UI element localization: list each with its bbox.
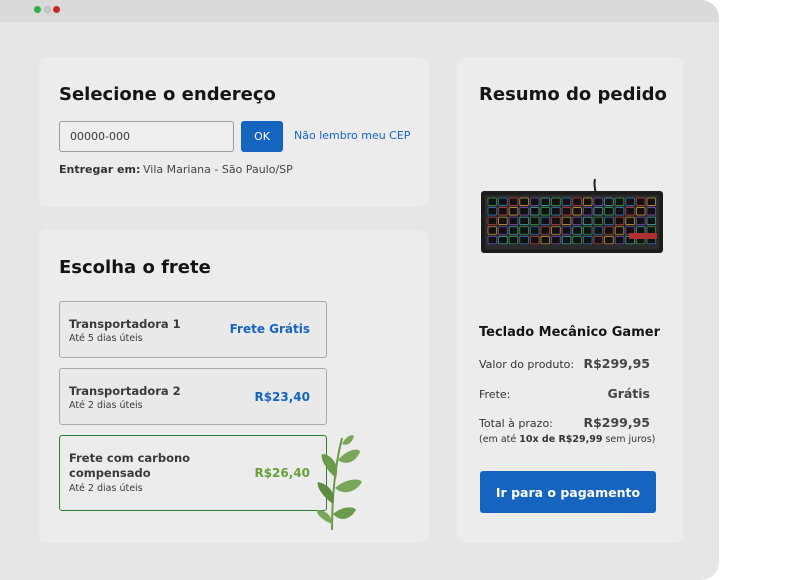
deliver-to-value: Vila Mariana - São Paulo/SP bbox=[143, 163, 293, 176]
product-name: Teclado Mecânico Gamer bbox=[479, 325, 660, 340]
shipping-option-transportadora-2[interactable]: Transportadora 2 Até 2 dias úteis R$23,4… bbox=[59, 368, 327, 425]
title-bar bbox=[0, 0, 719, 22]
cep-input[interactable] bbox=[59, 121, 234, 152]
total-value: R$299,95 bbox=[583, 415, 650, 430]
go-to-payment-button[interactable]: Ir para o pagamento bbox=[480, 471, 656, 513]
installments-suffix: sem juros) bbox=[605, 434, 656, 445]
shipping-option-days: Até 2 dias úteis bbox=[69, 400, 143, 411]
keyboard-product-image bbox=[481, 178, 663, 253]
leaves-icon bbox=[316, 435, 362, 530]
installments-info: (em até 10x de R$29,99 sem juros) bbox=[479, 434, 655, 445]
app-window: Selecione o endereço OK Não lembro meu C… bbox=[0, 0, 719, 580]
forgot-cep-link[interactable]: Não lembro meu CEP bbox=[294, 129, 410, 142]
product-value: R$299,95 bbox=[583, 356, 650, 371]
address-title: Selecione o endereço bbox=[59, 84, 276, 105]
shipping-card: Escolha o frete Transportadora 1 Até 5 d… bbox=[39, 230, 429, 543]
shipping-option-name: Transportadora 2 bbox=[69, 384, 181, 398]
cep-ok-button[interactable]: OK bbox=[241, 121, 283, 152]
window-maximize-icon[interactable] bbox=[53, 6, 60, 13]
shipping-option-transportadora-1[interactable]: Transportadora 1 Até 5 dias úteis Frete … bbox=[59, 301, 327, 358]
order-summary-card: Resumo do pedido Teclado Mecânico Gamer … bbox=[457, 57, 683, 543]
installments-prefix: (em até bbox=[479, 434, 517, 445]
deliver-to-label: Entregar em: bbox=[59, 163, 141, 176]
shipping-value: Grátis bbox=[607, 386, 650, 401]
shipping-title: Escolha o frete bbox=[59, 257, 211, 278]
total-label: Total à prazo: bbox=[479, 417, 553, 430]
shipping-option-price: R$23,40 bbox=[254, 390, 310, 404]
shipping-option-days: Até 2 dias úteis bbox=[69, 483, 143, 494]
shipping-option-name-line2: compensado bbox=[69, 466, 151, 480]
window-minimize-icon[interactable] bbox=[44, 6, 51, 13]
window-close-icon[interactable] bbox=[34, 6, 41, 13]
summary-title: Resumo do pedido bbox=[479, 84, 667, 105]
shipping-option-name-line1: Frete com carbono bbox=[69, 451, 191, 465]
shipping-option-price: Frete Grátis bbox=[229, 322, 310, 336]
installments-amount: 10x de R$29,99 bbox=[519, 434, 603, 445]
shipping-option-name: Transportadora 1 bbox=[69, 317, 181, 331]
shipping-option-carbon-offset[interactable]: Frete com carbono compensado Até 2 dias … bbox=[59, 435, 327, 511]
product-value-label: Valor do produto: bbox=[479, 358, 575, 371]
address-card: Selecione o endereço OK Não lembro meu C… bbox=[39, 57, 429, 207]
shipping-option-days: Até 5 dias úteis bbox=[69, 333, 143, 344]
shipping-label: Frete: bbox=[479, 388, 511, 401]
